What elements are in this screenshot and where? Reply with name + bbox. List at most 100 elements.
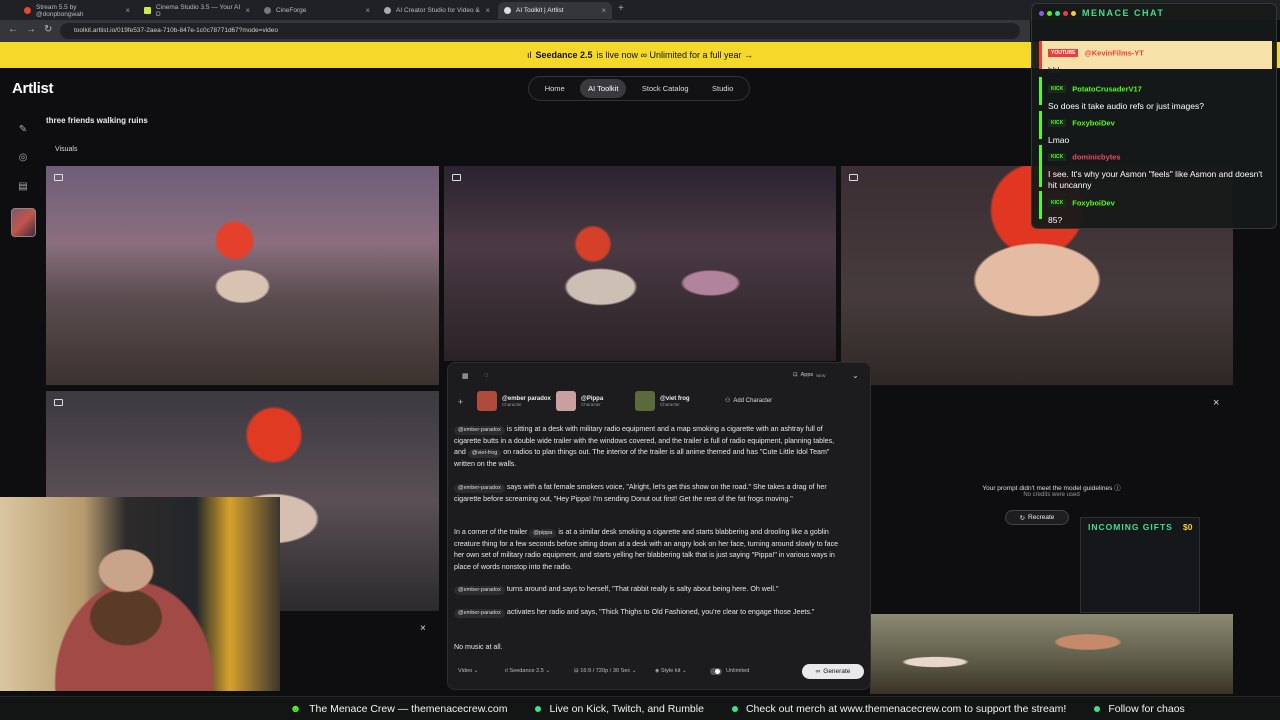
character-avatar bbox=[635, 391, 655, 411]
refresh-icon: ↻ bbox=[1019, 514, 1026, 522]
error-subtitle: No credits were used bbox=[1023, 492, 1080, 498]
generated-image[interactable] bbox=[444, 166, 836, 361]
back-icon[interactable]: ← bbox=[8, 24, 18, 35]
mention-chip[interactable]: @ember-paradox bbox=[454, 426, 505, 435]
model-select[interactable]: ıl Seedance 2.5 ⌄ bbox=[505, 668, 550, 674]
info-icon: ⓘ bbox=[1114, 485, 1121, 492]
infinity-icon: ∞ bbox=[815, 668, 821, 675]
apps-button[interactable]: ⊡ Apps NEW bbox=[793, 372, 826, 378]
prompt-paragraph[interactable]: @ember-paradox is sitting at a desk with… bbox=[454, 424, 846, 470]
banner-text: is live now ∞ Unlimited for a full year … bbox=[596, 50, 753, 60]
stream-ticker: ☻ The Menace Crew — themenacecrew.com Liv… bbox=[0, 696, 1280, 720]
image-icon bbox=[54, 399, 63, 406]
tab-favicon-icon bbox=[24, 7, 31, 14]
bullet-icon bbox=[1094, 705, 1101, 712]
artlist-logo[interactable]: Artlist bbox=[12, 80, 54, 97]
close-icon[interactable]: × bbox=[365, 6, 370, 15]
browser-tab[interactable]: CineForge × bbox=[258, 2, 376, 19]
bullet-icon bbox=[731, 705, 738, 712]
unlimited-label: Unlimited bbox=[726, 668, 750, 674]
prompt-paragraph[interactable]: No music at all. bbox=[454, 642, 846, 654]
platform-badge: KICK bbox=[1048, 84, 1067, 93]
style-kit-select[interactable]: ◈ Style kit ⌄ bbox=[655, 668, 687, 674]
bullet-icon bbox=[535, 705, 542, 712]
prompt-panel bbox=[447, 362, 871, 690]
forward-icon[interactable]: → bbox=[26, 24, 36, 35]
nav-home[interactable]: Home bbox=[537, 79, 573, 98]
new-tab-icon[interactable]: + bbox=[618, 3, 624, 14]
tab-favicon-icon bbox=[264, 7, 271, 14]
chat-bubble-icon[interactable]: ◌ bbox=[484, 372, 488, 379]
close-icon[interactable]: × bbox=[1213, 397, 1219, 409]
dot-icon bbox=[1039, 11, 1044, 16]
recreate-button[interactable]: ↻ Recreate bbox=[1005, 510, 1069, 525]
user-icon: ⚇ bbox=[725, 398, 731, 404]
nav-stock-catalog[interactable]: Stock Catalog bbox=[634, 79, 697, 98]
tab-favicon-icon bbox=[504, 7, 511, 14]
tab-favicon-icon bbox=[384, 7, 391, 14]
lock-icon: ⊡ bbox=[793, 372, 798, 378]
mention-chip[interactable]: @viet-frog bbox=[467, 449, 502, 458]
error-message: Your prompt didn't meet the model guidel… bbox=[982, 485, 1121, 492]
format-select[interactable]: ⊟ 16:9 / 720p / 30 Sec ⌄ bbox=[574, 668, 637, 674]
ticker-item: ☻ The Menace Crew — themenacecrew.com bbox=[290, 702, 508, 715]
mention-chip[interactable]: @pippa bbox=[529, 529, 557, 538]
mode-select[interactable]: Video ⌄ bbox=[458, 668, 478, 674]
add-character-button[interactable]: ⚇ Add Character bbox=[725, 397, 772, 405]
chat-username: @KevinFilms-YT bbox=[1084, 48, 1144, 58]
chevron-down-icon[interactable]: ⌄ bbox=[852, 371, 859, 380]
close-icon[interactable]: × bbox=[420, 623, 426, 634]
prompt-paragraph[interactable]: @ember-paradox activates her radio and s… bbox=[454, 607, 846, 619]
close-icon[interactable]: × bbox=[485, 6, 490, 15]
chat-message: KICK PotatoCrusaderV17 So does it take au… bbox=[1039, 77, 1272, 111]
chat-message: KICK FoxyboiDev Lmao bbox=[1039, 111, 1272, 145]
unlimited-toggle[interactable] bbox=[710, 668, 722, 675]
image-icon bbox=[54, 174, 63, 181]
grid-icon[interactable]: ▦ bbox=[462, 372, 469, 380]
close-icon[interactable]: × bbox=[125, 6, 130, 15]
character-pippa[interactable]: @Pippa Character bbox=[556, 391, 603, 411]
generated-image[interactable] bbox=[870, 614, 1233, 694]
nav-ai-toolkit[interactable]: AI Toolkit bbox=[580, 79, 627, 98]
dot-icon bbox=[1071, 11, 1076, 16]
image-icon bbox=[452, 174, 461, 181]
character-ember[interactable]: @ember paradox Character bbox=[477, 391, 551, 411]
library-icon[interactable]: ▤ bbox=[17, 181, 29, 193]
chat-username: FoxyboiDev bbox=[1072, 198, 1115, 208]
image-icon bbox=[849, 174, 858, 181]
chat-username: FoxyboiDev bbox=[1072, 118, 1115, 128]
browser-tab[interactable]: Stream 5.5 by @donpbongwah × bbox=[18, 2, 136, 19]
mention-chip[interactable]: @ember-paradox bbox=[454, 609, 505, 618]
browser-tab-active[interactable]: AI Toolkit | Artlist × bbox=[498, 2, 612, 19]
add-icon[interactable]: + bbox=[458, 397, 463, 407]
edit-icon[interactable]: ✎ bbox=[17, 124, 29, 136]
prompt-paragraph[interactable]: @ember-paradox turns around and says to … bbox=[454, 584, 846, 596]
address-bar[interactable]: toolkit.artlist.io/019fe537-2aea-710b-84… bbox=[60, 23, 1020, 39]
compass-icon[interactable]: ◎ bbox=[17, 152, 29, 164]
character-avatar bbox=[556, 391, 576, 411]
mention-chip[interactable]: @ember-paradox bbox=[454, 484, 505, 493]
ticker-item: Live on Kick, Twitch, and Rumble bbox=[535, 703, 704, 715]
chat-message: KICK dominicbytes I see. It's why your As… bbox=[1039, 145, 1272, 190]
project-thumbnail[interactable] bbox=[11, 208, 36, 237]
chat-username: dominicbytes bbox=[1072, 152, 1121, 162]
close-icon[interactable]: × bbox=[601, 6, 606, 15]
browser-tab[interactable]: Cinema Studio 3.5 — Your AI D × bbox=[138, 2, 256, 19]
nav-studio[interactable]: Studio bbox=[704, 79, 741, 98]
reload-icon[interactable]: ↻ bbox=[44, 24, 52, 35]
new-badge: NEW bbox=[816, 372, 826, 378]
close-icon[interactable]: × bbox=[245, 6, 250, 15]
streamer-webcam bbox=[0, 497, 280, 691]
frog-icon: ☻ bbox=[290, 702, 302, 715]
generated-image[interactable] bbox=[46, 166, 439, 385]
mention-chip[interactable]: @ember-paradox bbox=[454, 586, 505, 595]
dot-icon bbox=[1055, 11, 1060, 16]
prompt-paragraph[interactable]: In a corner of the trailer @pippa is at … bbox=[454, 527, 846, 573]
generate-button[interactable]: ∞ Generate bbox=[802, 664, 864, 679]
character-viet-frog[interactable]: @viet frog Character bbox=[635, 391, 690, 411]
prompt-paragraph[interactable]: @ember-paradox says with a fat female sm… bbox=[454, 482, 846, 505]
chat-message: KICK FoxyboiDev 85? bbox=[1039, 191, 1272, 225]
character-avatar bbox=[477, 391, 497, 411]
browser-tab[interactable]: AI Creator Studio for Video & × bbox=[378, 2, 496, 19]
platform-badge: YOUTUBE bbox=[1048, 48, 1079, 57]
